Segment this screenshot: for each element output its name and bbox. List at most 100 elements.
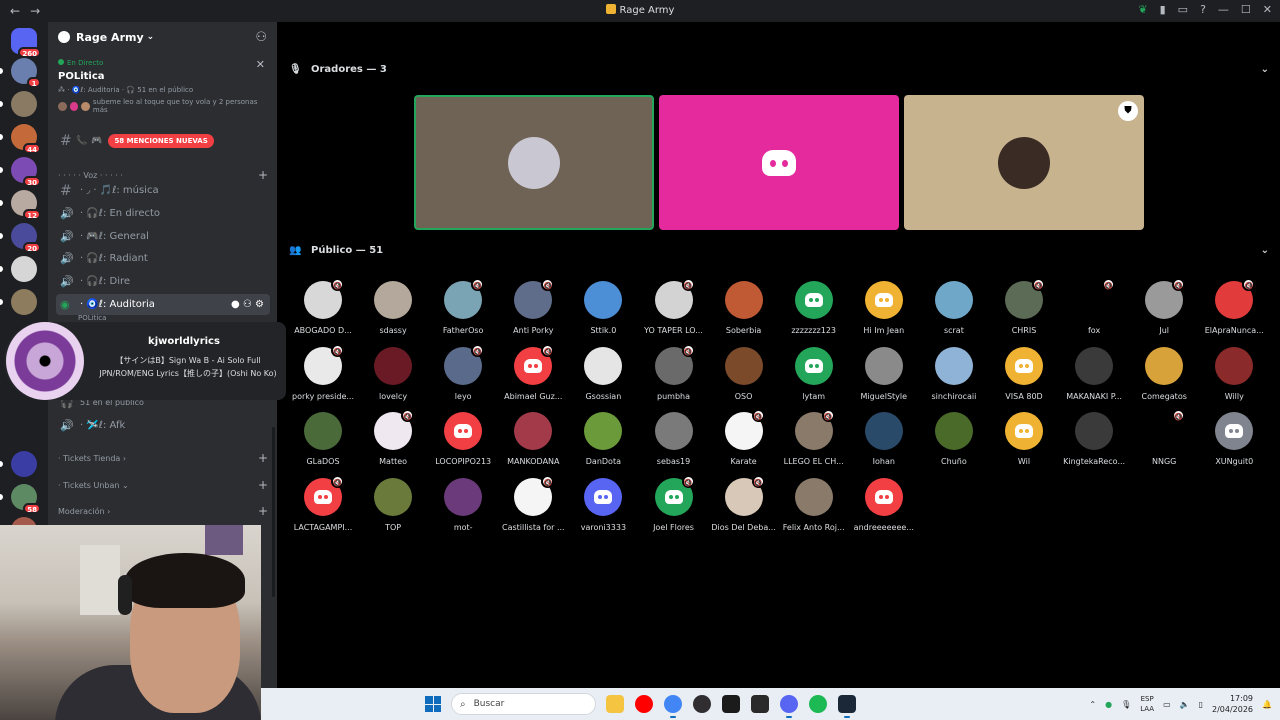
audience-member[interactable]: KingtekaReco... bbox=[1059, 412, 1129, 466]
server-icon[interactable]: 12 bbox=[11, 190, 41, 220]
plus-icon[interactable]: + bbox=[258, 478, 268, 492]
close-button[interactable]: ✕ bbox=[1263, 3, 1272, 16]
audience-member[interactable]: 🔇 Anti Porky bbox=[498, 278, 568, 335]
network-icon[interactable]: ▭ bbox=[1163, 700, 1171, 709]
server-icon[interactable] bbox=[11, 256, 37, 282]
audience-member[interactable]: OSO bbox=[709, 346, 779, 401]
channel-item[interactable]: # · ◞ · 🎵ℓ: música bbox=[56, 180, 270, 201]
audience-member[interactable]: 🔇 Jul bbox=[1129, 278, 1199, 335]
audience-member[interactable]: MANKODANA bbox=[498, 412, 568, 466]
server-icon[interactable]: 44 bbox=[11, 124, 41, 154]
category-tickets-tienda[interactable]: · Tickets Tienda › + bbox=[58, 451, 268, 465]
opera-gx-icon[interactable] bbox=[751, 695, 769, 713]
audience-member[interactable]: 🔇 Abimael Guz... bbox=[498, 343, 568, 401]
channel-item[interactable]: ◉ · 🧿ℓ: Auditoria ● ⚇ ⚙ bbox=[56, 294, 270, 315]
chevron-down-icon[interactable]: ⌄ bbox=[1261, 245, 1269, 256]
audience-member[interactable]: 🔇 porky preside... bbox=[288, 343, 358, 401]
chrome-icon[interactable] bbox=[664, 695, 682, 718]
category-moderacion[interactable]: Moderación › + bbox=[58, 504, 268, 518]
inbox-icon[interactable]: ▭ bbox=[1178, 3, 1188, 16]
channel-afk[interactable]: 🔊 · 🛩️ℓ: Afk bbox=[56, 415, 270, 436]
audience-member[interactable]: Chuño bbox=[919, 412, 989, 466]
channel-item[interactable]: 🔊 · 🎮ℓ: General bbox=[56, 226, 270, 247]
audience-member[interactable]: 🔇 Karate bbox=[709, 409, 779, 466]
audience-member[interactable]: 🔇 CHRIS bbox=[989, 278, 1059, 335]
audience-member[interactable]: Wil bbox=[989, 412, 1059, 466]
help-icon[interactable]: ? bbox=[1200, 3, 1206, 16]
server-icon[interactable]: 30 bbox=[11, 157, 41, 187]
plus-icon[interactable]: + bbox=[258, 451, 268, 465]
add-member-icon[interactable]: ⚇ bbox=[255, 30, 267, 45]
audience-member[interactable]: 🔇 FatherOso bbox=[428, 278, 498, 335]
audience-member[interactable]: sinchirocaii bbox=[919, 346, 989, 401]
scrollbar[interactable] bbox=[272, 427, 275, 597]
volume-icon[interactable]: 🔈 bbox=[1180, 700, 1190, 709]
steam-icon[interactable] bbox=[838, 695, 856, 718]
audience-member[interactable]: Sttik.0 bbox=[568, 281, 638, 335]
chevron-up-icon[interactable]: ⌃ bbox=[1089, 700, 1096, 709]
audience-member[interactable]: 🔇 ElApraNunca... bbox=[1199, 278, 1269, 335]
mentions-row[interactable]: # 📞 🎮 58 MENCIONES NUEVAS bbox=[56, 130, 270, 151]
home-button[interactable]: 260 bbox=[11, 28, 41, 58]
mentions-badge[interactable]: 58 MENCIONES NUEVAS bbox=[108, 133, 214, 148]
server-icon[interactable] bbox=[11, 289, 37, 315]
live-event[interactable]: En Directo ✕ POLitica ⁂ · 🧿ℓ: Auditoria … bbox=[52, 52, 273, 118]
audience-member[interactable]: 🔇 Matteo bbox=[358, 409, 428, 466]
spotify-icon[interactable] bbox=[809, 695, 827, 713]
audience-member[interactable]: Willy bbox=[1199, 346, 1269, 401]
audience-member[interactable]: 🔇 fox bbox=[1059, 278, 1129, 335]
audience-member[interactable]: 🔇 leyo bbox=[428, 343, 498, 401]
audience-member[interactable]: 🔇 LACTAGAMPI... bbox=[288, 474, 358, 532]
audience-member[interactable]: Iohan bbox=[849, 412, 919, 466]
speaker-tile[interactable]: ⛊ bbox=[904, 95, 1144, 230]
audience-member[interactable]: andreeeeeee... bbox=[849, 477, 919, 532]
youtube-icon[interactable] bbox=[635, 695, 653, 713]
audience-member[interactable]: 🔇 pumbha bbox=[639, 343, 709, 401]
audience-member[interactable]: Hi Im Jean bbox=[849, 281, 919, 335]
obs-icon[interactable] bbox=[693, 695, 711, 713]
audience-member[interactable]: varoni3333 bbox=[568, 477, 638, 532]
audience-member[interactable]: Felix Anto Roj... bbox=[779, 477, 849, 532]
audience-member[interactable]: lytam bbox=[779, 346, 849, 401]
chevron-down-icon[interactable]: ⌄ bbox=[1261, 64, 1269, 75]
server-icon[interactable]: 58 bbox=[11, 484, 41, 514]
channel-item[interactable]: 🔊 · 🎧ℓ: En directo bbox=[56, 203, 270, 224]
forward-icon[interactable]: → bbox=[30, 4, 40, 18]
audience-member[interactable]: 🔇 NNGG bbox=[1129, 409, 1199, 466]
windows-start-icon[interactable] bbox=[425, 696, 441, 712]
audience-member[interactable]: 🔇 Joel Flores bbox=[639, 474, 709, 532]
maximize-button[interactable]: ☐ bbox=[1241, 3, 1251, 16]
language-indicator[interactable]: ESP LAA bbox=[1140, 694, 1154, 714]
server-icon[interactable] bbox=[11, 91, 37, 117]
audience-header[interactable]: 👥 Público — 51 ⌄ bbox=[289, 245, 1269, 256]
audience-member[interactable]: sdassy bbox=[358, 281, 428, 335]
nitro-icon[interactable]: ❦ bbox=[1138, 3, 1147, 16]
clock[interactable]: 17:09 2/04/2026 bbox=[1212, 693, 1253, 715]
audience-member[interactable]: lovelcy bbox=[358, 346, 428, 401]
audience-member[interactable]: 🔇 LLEGO EL CH... bbox=[779, 409, 849, 466]
audience-member[interactable]: 🔇 ABOGADO D... bbox=[288, 278, 358, 335]
audience-member[interactable]: zzzzzzz123 bbox=[779, 281, 849, 335]
audience-member[interactable]: MAKANAKI P... bbox=[1059, 346, 1129, 401]
audience-member[interactable]: 🔇 Castillista for ... bbox=[498, 474, 568, 532]
notification-icon[interactable]: 🔔 bbox=[1262, 700, 1272, 709]
speaker-tile[interactable] bbox=[414, 95, 654, 230]
category-tickets-unban[interactable]: · Tickets Unban ⌄ + bbox=[58, 478, 268, 492]
audience-member[interactable]: GLaDOS bbox=[288, 412, 358, 466]
audience-member[interactable]: TOP bbox=[358, 477, 428, 532]
audience-member[interactable]: Comegatos bbox=[1129, 346, 1199, 401]
plus-icon[interactable]: + bbox=[258, 504, 268, 518]
channel-actions-icon[interactable]: ● ⚇ ⚙ bbox=[231, 299, 264, 310]
audience-member[interactable]: 🔇 Dios Del Deba... bbox=[709, 474, 779, 532]
audience-member[interactable]: scrat bbox=[919, 281, 989, 335]
audience-member[interactable]: sebas19 bbox=[639, 412, 709, 466]
speaker-tile[interactable] bbox=[659, 95, 899, 230]
audience-member[interactable]: LOCOPIPO213 bbox=[428, 412, 498, 466]
audience-member[interactable]: Gsossian bbox=[568, 346, 638, 401]
audience-member[interactable]: VISA 80D bbox=[989, 346, 1059, 401]
audience-member[interactable]: MiguelStyle bbox=[849, 346, 919, 401]
audience-member[interactable]: XUNguit0 bbox=[1199, 412, 1269, 466]
bookmark-icon[interactable]: ▮ bbox=[1160, 3, 1166, 16]
audience-member[interactable]: 🔇 YO TAPER LO... bbox=[639, 278, 709, 335]
close-icon[interactable]: ✕ bbox=[256, 58, 265, 71]
